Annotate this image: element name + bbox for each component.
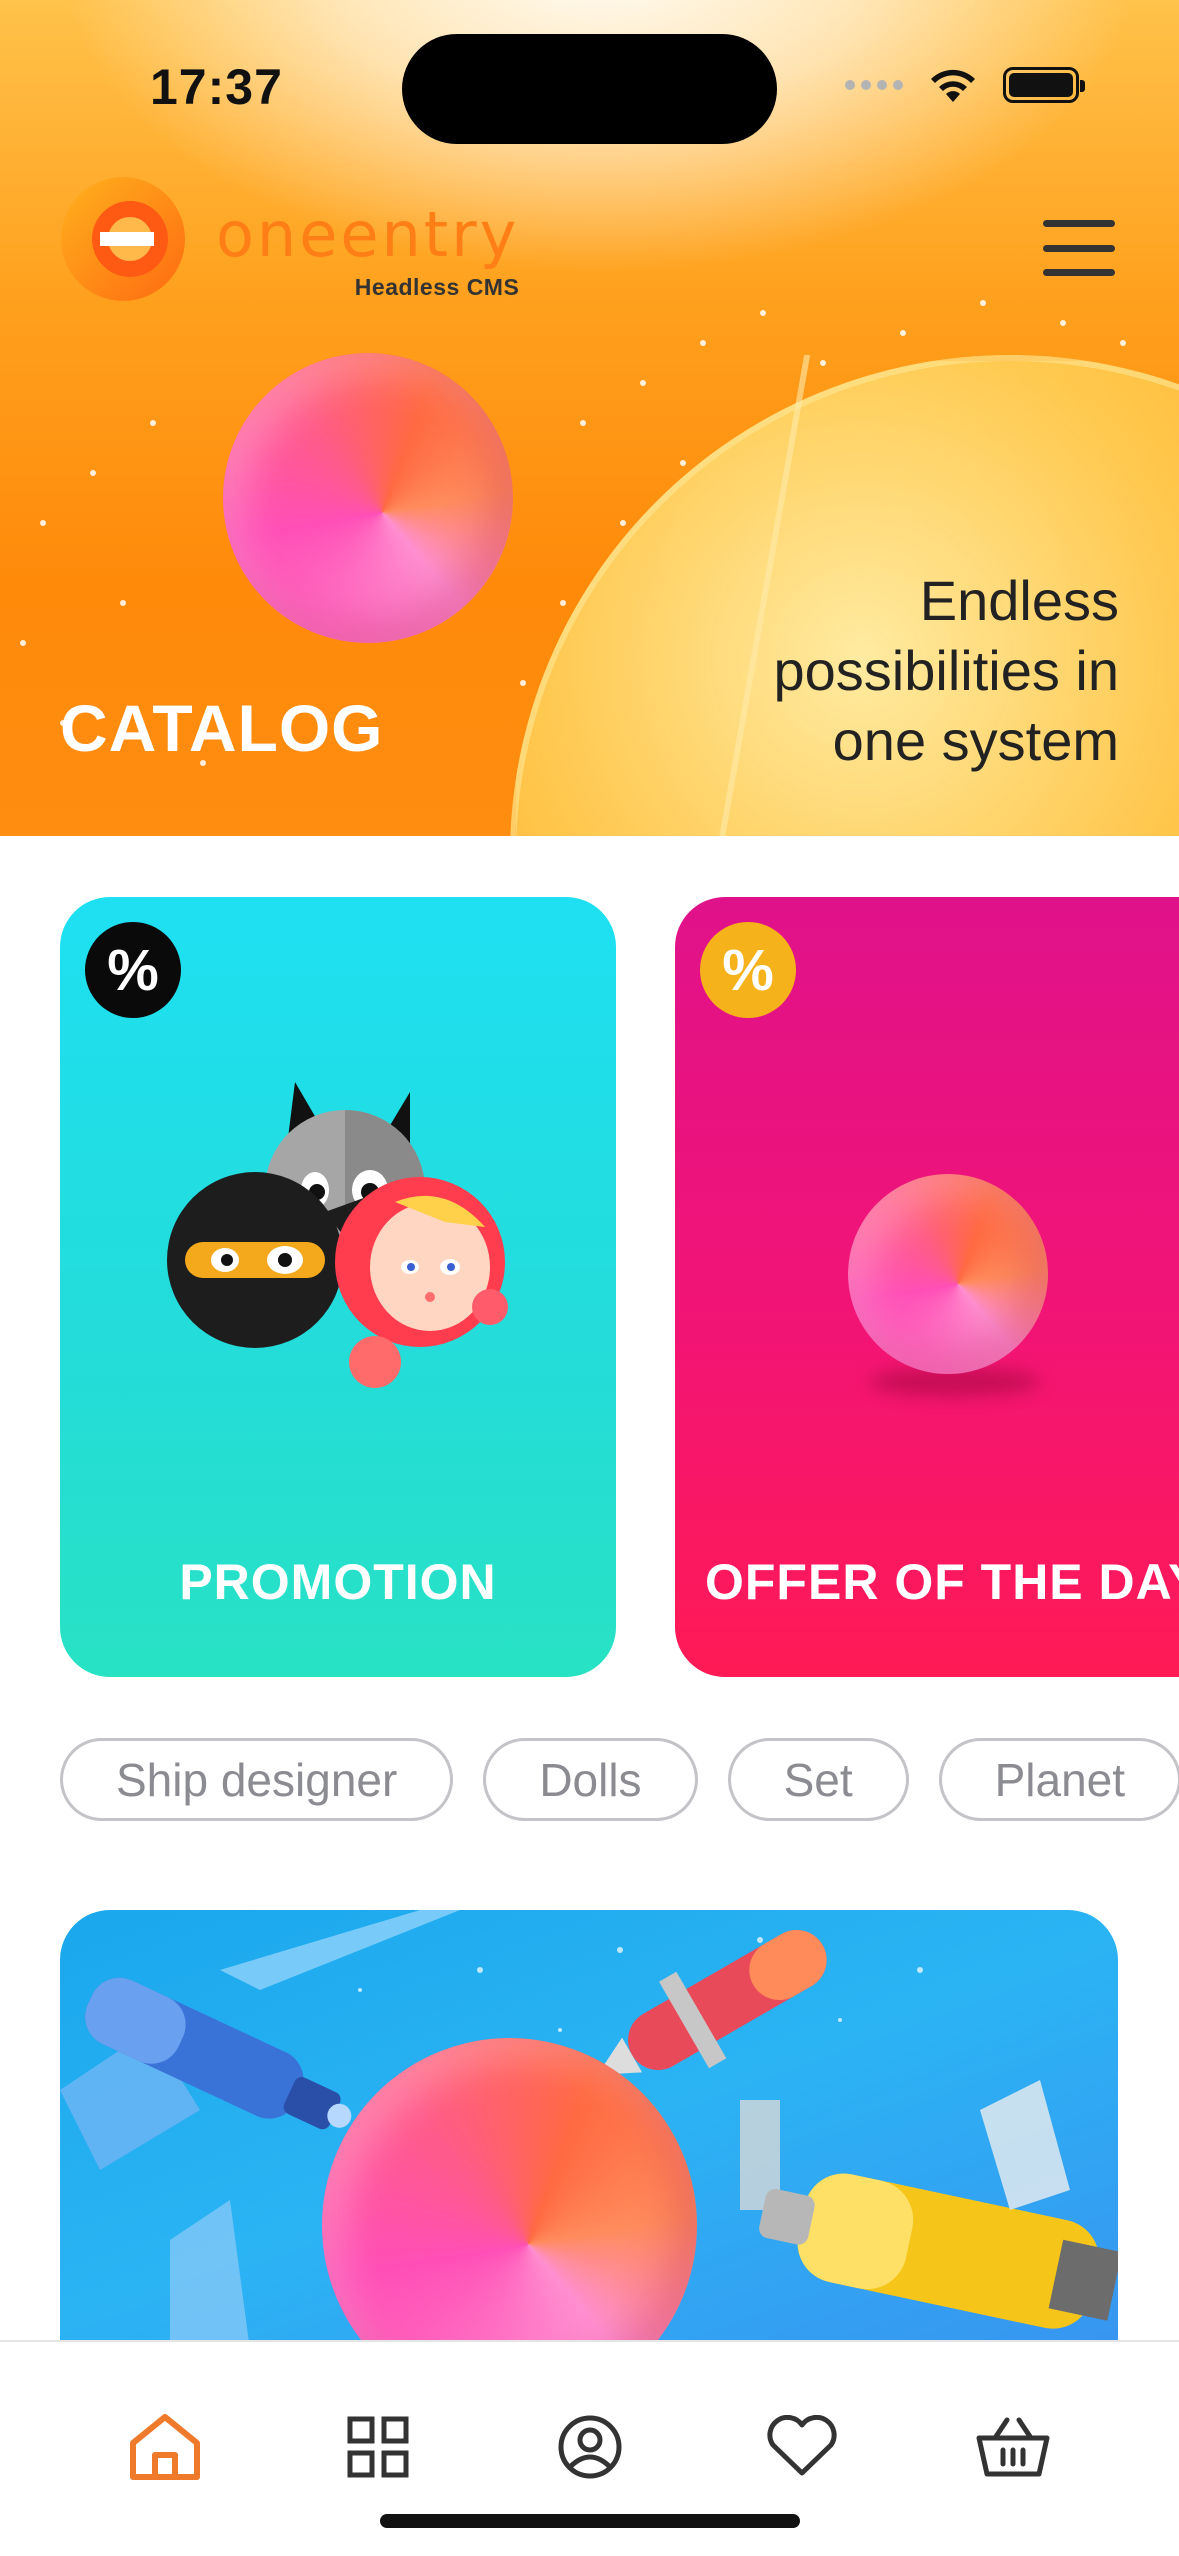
- hero-banner: 17:37 oneentry Headless CMS Endless poss…: [0, 0, 1179, 836]
- chip-ship-designer[interactable]: Ship designer: [60, 1738, 454, 1821]
- logo-subtitle: Headless CMS: [354, 274, 520, 300]
- home-indicator[interactable]: [380, 2514, 800, 2528]
- wifi-icon: [931, 69, 975, 102]
- home-icon: [130, 2414, 200, 2480]
- page-title: CATALOG: [60, 691, 384, 765]
- pink-ball-illustration: [848, 1174, 1048, 1374]
- profile-icon: [558, 2415, 622, 2479]
- battery-icon: [1003, 67, 1085, 103]
- tab-catalog[interactable]: [333, 2402, 423, 2492]
- tab-cart[interactable]: [968, 2402, 1058, 2492]
- percent-badge-icon: %: [700, 922, 796, 1018]
- basket-icon: [976, 2417, 1050, 2477]
- percent-badge-icon: %: [85, 922, 181, 1018]
- hero-tagline: Endless possibilities in one system: [773, 569, 1120, 772]
- hamburger-menu-icon[interactable]: [1043, 220, 1115, 276]
- logo-wordmark: oneentry: [216, 198, 520, 271]
- chip-set[interactable]: Set: [727, 1738, 909, 1821]
- status-indicators: [845, 66, 1085, 104]
- tab-profile[interactable]: [545, 2402, 635, 2492]
- tab-home[interactable]: [120, 2402, 210, 2492]
- pink-ball-illustration: [223, 353, 513, 643]
- chip-planet[interactable]: Planet: [938, 1738, 1179, 1821]
- category-chips: Ship designer Dolls Set Planet: [60, 1738, 1179, 1821]
- heart-icon: [767, 2415, 837, 2476]
- oneentry-logo[interactable]: oneentry Headless CMS: [60, 176, 519, 302]
- dynamic-island: [402, 34, 777, 144]
- logo-mark-icon: [61, 177, 185, 301]
- grid-icon: [347, 2416, 409, 2478]
- tab-favorites[interactable]: [757, 2402, 847, 2492]
- offer-of-the-day-card[interactable]: % OFFER OF THE DAY: [675, 897, 1179, 1677]
- cellular-signal-icon: [845, 80, 903, 90]
- chip-dolls[interactable]: Dolls: [483, 1738, 698, 1821]
- status-time: 17:37: [150, 59, 283, 115]
- promotion-card-label: PROMOTION: [179, 1554, 497, 1610]
- promotion-card[interactable]: % PROMOTION: [60, 897, 616, 1677]
- offer-card-label: OFFER OF THE DAY: [705, 1554, 1179, 1610]
- toys-illustration: [167, 1082, 508, 1388]
